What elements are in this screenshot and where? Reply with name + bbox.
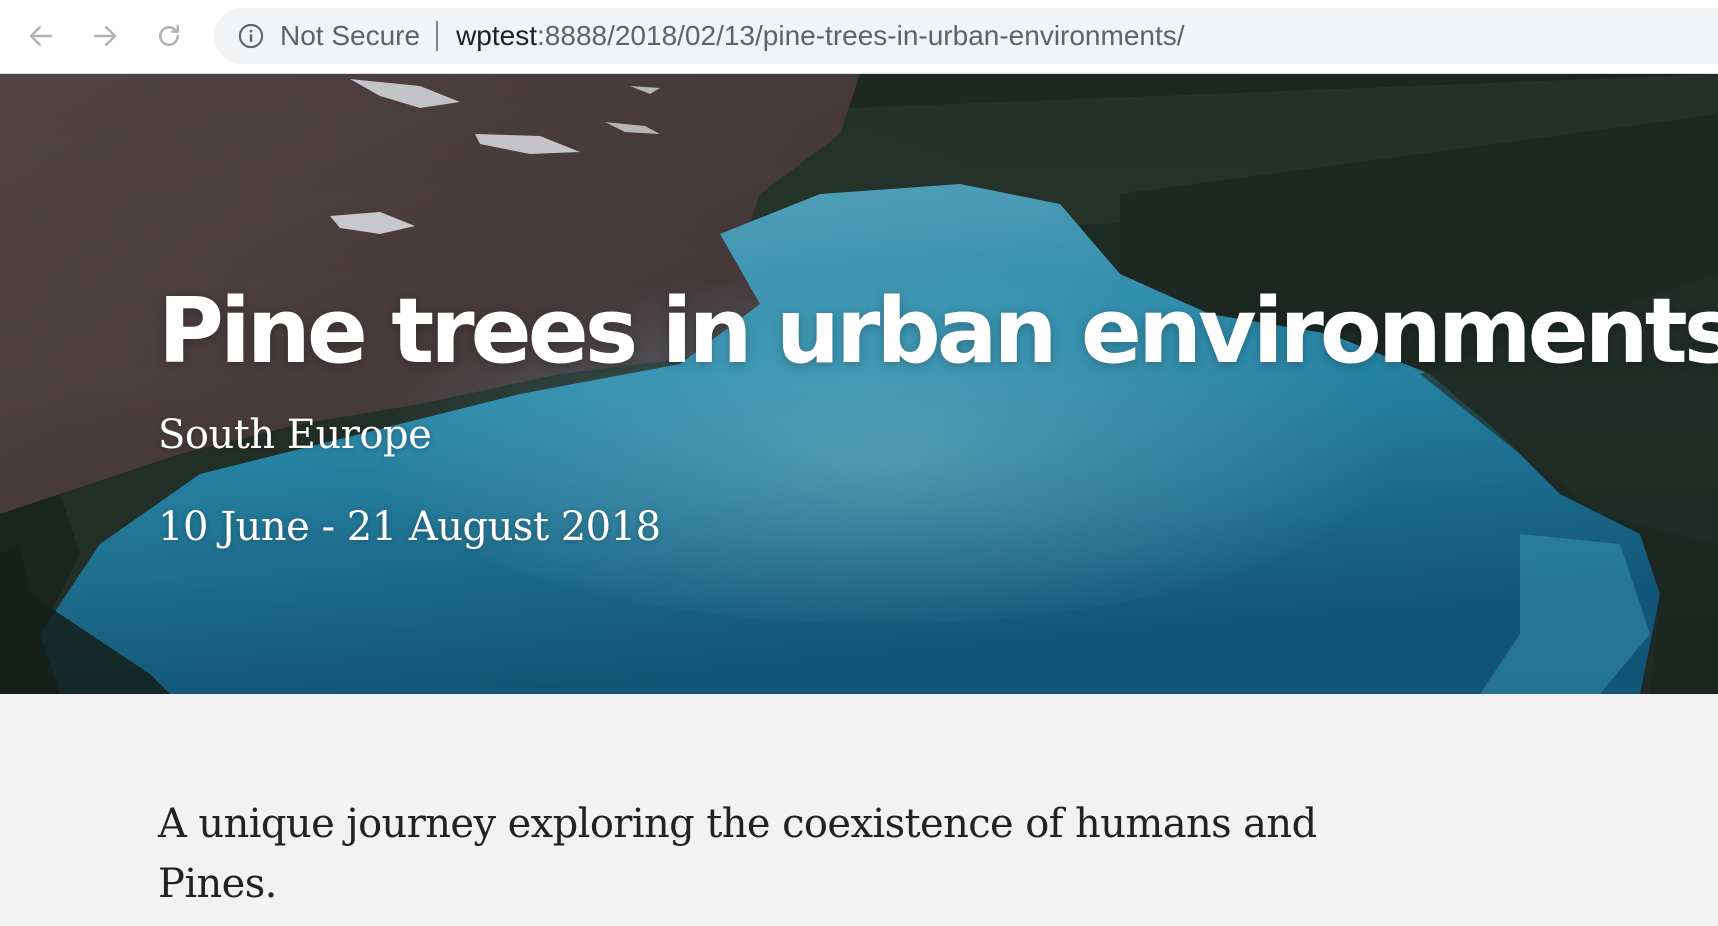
address-bar[interactable]: Not Secure wptest:8888/2018/02/13/pine-t…	[214, 8, 1718, 64]
hero-overlay	[0, 74, 1718, 694]
info-icon[interactable]	[236, 21, 266, 51]
reload-icon	[159, 24, 179, 46]
intro-paragraph: A unique journey exploring the coexisten…	[158, 801, 1317, 907]
security-label[interactable]: Not Secure	[280, 20, 420, 52]
reload-button[interactable]	[151, 18, 187, 54]
main-content: A unique journey exploring the coexisten…	[0, 694, 1718, 926]
forward-arrow-icon	[93, 26, 117, 46]
page-title: Pine trees in urban environments	[158, 279, 1718, 384]
trip-location: South Europe	[158, 412, 432, 458]
forward-button[interactable]	[87, 18, 123, 54]
back-arrow-icon	[29, 26, 53, 46]
back-button[interactable]	[23, 18, 59, 54]
address-divider	[436, 21, 439, 51]
url-path: :8888/2018/02/13/pine-trees-in-urban-env…	[537, 20, 1185, 51]
hero-banner: Pine trees in urban environments South E…	[0, 74, 1718, 694]
url-host: wptest	[456, 20, 538, 51]
trip-dates: 10 June - 21 August 2018	[158, 504, 661, 550]
browser-toolbar: Not Secure wptest:8888/2018/02/13/pine-t…	[0, 0, 1718, 74]
